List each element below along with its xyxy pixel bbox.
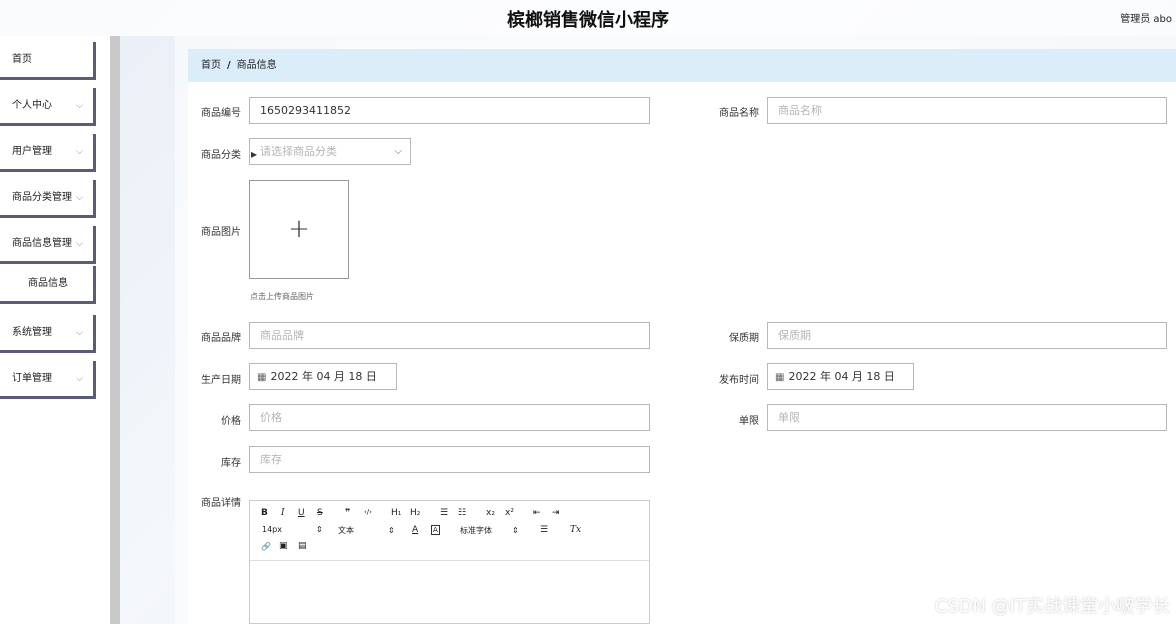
shelf-life-label: 保质期	[729, 333, 759, 344]
sidebar-item-label: 个人中心	[12, 100, 52, 111]
link-icon[interactable]: 🔗	[261, 542, 271, 551]
chevron-down-icon: ⌵	[76, 193, 83, 203]
production-date-picker[interactable]: ▦ 2022 年 04 月 18 日	[249, 363, 397, 390]
stock-label: 库存	[221, 458, 241, 469]
editor-toolbar: B I U S ❞ ‹/› H₁ H₂ ☰ ☷ x₂ x² ⇤ ⇥ 14px ⇕ …	[250, 501, 649, 561]
updown-icon: ⇕	[512, 526, 519, 535]
italic-button[interactable]: I	[281, 508, 285, 518]
calendar-icon: ▦	[257, 372, 267, 383]
chevron-down-icon: ⌵	[76, 328, 83, 338]
sidebar-item-home[interactable]: 首页	[0, 42, 96, 80]
shelf-life-input[interactable]: 保质期	[767, 322, 1167, 349]
sidebar-item-label: 商品分类管理	[12, 192, 72, 203]
sidebar-item-category-management[interactable]: 商品分类管理 ⌵	[0, 180, 96, 218]
subscript-button[interactable]: x₂	[486, 508, 495, 518]
sidebar-item-user-management[interactable]: 用户管理 ⌵	[0, 134, 96, 172]
price-label: 价格	[221, 416, 241, 427]
updown-icon: ⇕	[316, 525, 323, 534]
product-category-label: 商品分类	[201, 150, 241, 161]
watermark: CSDN @IT实战课堂小啵学长	[934, 596, 1170, 617]
product-code-label: 商品编号	[201, 108, 241, 119]
chevron-down-icon: ⌵	[76, 239, 83, 249]
text-type-select[interactable]: 文本 ⇕	[338, 525, 395, 536]
price-input[interactable]: 价格	[249, 404, 650, 431]
superscript-button[interactable]: x²	[505, 508, 514, 518]
image-upload-button[interactable]: +	[249, 180, 349, 279]
strike-button[interactable]: S	[317, 508, 323, 518]
release-time-picker[interactable]: ▦ 2022 年 04 月 18 日	[767, 363, 914, 390]
font-size-value: 14px	[262, 525, 282, 534]
sidebar-item-label: 用户管理	[12, 146, 52, 157]
mouse-cursor-icon: ▸	[251, 147, 258, 161]
details-label: 商品详情	[201, 498, 241, 509]
top-bar: 槟榔销售微信小程序 管理员 abo	[0, 0, 1176, 36]
stock-input[interactable]: 库存	[249, 446, 650, 473]
font-size-select[interactable]: 14px ⇕	[262, 525, 323, 534]
product-category-select[interactable]: 请选择商品分类 ⌵	[249, 138, 411, 165]
chevron-down-icon: ⌵	[76, 101, 83, 111]
sidebar-item-label: 首页	[12, 54, 32, 65]
release-time-value: 2022 年 04 月 18 日	[788, 370, 895, 383]
image-icon[interactable]: ▣	[279, 541, 288, 551]
plus-icon: +	[288, 214, 310, 244]
production-date-label: 生产日期	[201, 375, 241, 386]
rich-text-editor: B I U S ❞ ‹/› H₁ H₂ ☰ ☷ x₂ x² ⇤ ⇥ 14px ⇕ …	[249, 500, 650, 624]
user-menu[interactable]: 管理员 abo	[1120, 10, 1172, 25]
sidebar-item-label: 订单管理	[12, 373, 52, 384]
underline-button[interactable]: U	[298, 508, 305, 518]
limit-label: 单限	[739, 416, 759, 427]
breadcrumb-current: 商品信息	[236, 60, 277, 71]
updown-icon: ⇕	[388, 526, 395, 535]
product-brand-input[interactable]: 商品品牌	[249, 322, 650, 349]
sidebar-scrollbar[interactable]	[110, 36, 120, 624]
chevron-down-icon: ⌵	[394, 146, 402, 157]
sidebar-item-label: 系统管理	[12, 327, 52, 338]
product-name-input[interactable]: 商品名称	[767, 97, 1167, 124]
product-image-label: 商品图片	[201, 227, 241, 238]
font-color-button[interactable]: A	[412, 525, 418, 535]
breadcrumb-home[interactable]: 首页	[201, 60, 221, 71]
product-brand-label: 商品品牌	[201, 333, 241, 344]
header-1-button[interactable]: H₁	[391, 508, 401, 518]
release-time-label: 发布时间	[719, 375, 759, 386]
video-icon[interactable]: ▤	[298, 541, 307, 551]
breadcrumb-separator: /	[227, 60, 231, 71]
sidebar-subitem-product-info[interactable]: 商品信息	[0, 266, 96, 304]
bold-button[interactable]: B	[261, 508, 268, 518]
sidebar-item-personal-center[interactable]: 个人中心 ⌵	[0, 88, 96, 126]
chevron-down-icon: ⌵	[76, 147, 83, 157]
breadcrumb: 首页 / 商品信息	[188, 49, 1176, 82]
sidebar-item-label: 商品信息管理	[12, 238, 72, 249]
calendar-icon: ▦	[775, 372, 785, 383]
app-title: 槟榔销售微信小程序	[507, 10, 669, 31]
font-family-select[interactable]: 标准字体 ⇕	[460, 525, 519, 536]
sidebar-item-label: 商品信息	[28, 278, 68, 289]
text-type-value: 文本	[338, 526, 354, 535]
limit-input[interactable]: 单限	[767, 404, 1167, 431]
clear-format-button[interactable]: Tx	[570, 525, 581, 535]
product-name-label: 商品名称	[719, 108, 759, 119]
product-category-placeholder: 请选择商品分类	[260, 145, 337, 158]
indent-button[interactable]: ⇥	[552, 508, 560, 518]
blockquote-button[interactable]: ❞	[345, 508, 350, 518]
chevron-down-icon: ⌵	[76, 374, 83, 384]
production-date-value: 2022 年 04 月 18 日	[270, 370, 377, 383]
align-button[interactable]: ☰	[540, 525, 548, 535]
upload-hint: 点击上传商品图片	[250, 292, 314, 301]
ordered-list-button[interactable]: ☰	[440, 508, 448, 518]
header-2-button[interactable]: H₂	[410, 508, 420, 518]
background-color-button[interactable]: A	[431, 525, 440, 535]
font-family-value: 标准字体	[460, 526, 492, 535]
sidebar-item-system-management[interactable]: 系统管理 ⌵	[0, 315, 96, 353]
sidebar-item-order-management[interactable]: 订单管理 ⌵	[0, 361, 96, 399]
product-code-input[interactable]: 1650293411852	[249, 97, 650, 124]
bullet-list-button[interactable]: ☷	[458, 508, 466, 518]
outdent-button[interactable]: ⇤	[533, 508, 541, 518]
code-block-button[interactable]: ‹/›	[364, 508, 372, 516]
sidebar-item-product-management[interactable]: 商品信息管理 ⌵	[0, 226, 96, 264]
